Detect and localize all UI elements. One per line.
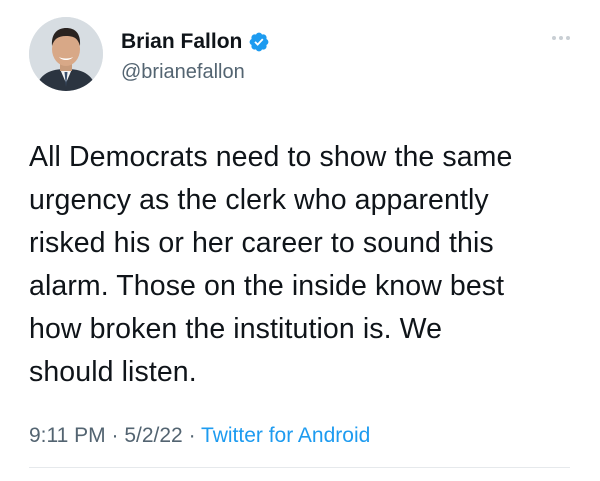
tweet-text: All Democrats need to show the same urge… [29, 141, 513, 388]
author-display-name[interactable]: Brian Fallon [121, 30, 242, 54]
avatar[interactable] [29, 17, 103, 91]
meta-separator: · [111, 424, 119, 447]
dot [566, 36, 570, 40]
dot [559, 36, 563, 40]
avatar-photo [29, 17, 103, 91]
author-name-row[interactable]: Brian Fallon [121, 30, 270, 54]
divider [29, 467, 570, 468]
meta-separator: · [188, 424, 196, 447]
author-handle[interactable]: @brianefallon [121, 60, 245, 84]
dot [552, 36, 556, 40]
verified-badge-icon [248, 31, 270, 53]
more-dots-icon[interactable] [552, 36, 570, 40]
tweet-time[interactable]: 9:11 PM [29, 424, 106, 447]
tweet-source-link[interactable]: Twitter for Android [201, 424, 370, 447]
tweet-meta: 9:11 PM · 5/2/22 · Twitter for Android [29, 423, 370, 449]
tweet-date[interactable]: 5/2/22 [124, 424, 182, 447]
